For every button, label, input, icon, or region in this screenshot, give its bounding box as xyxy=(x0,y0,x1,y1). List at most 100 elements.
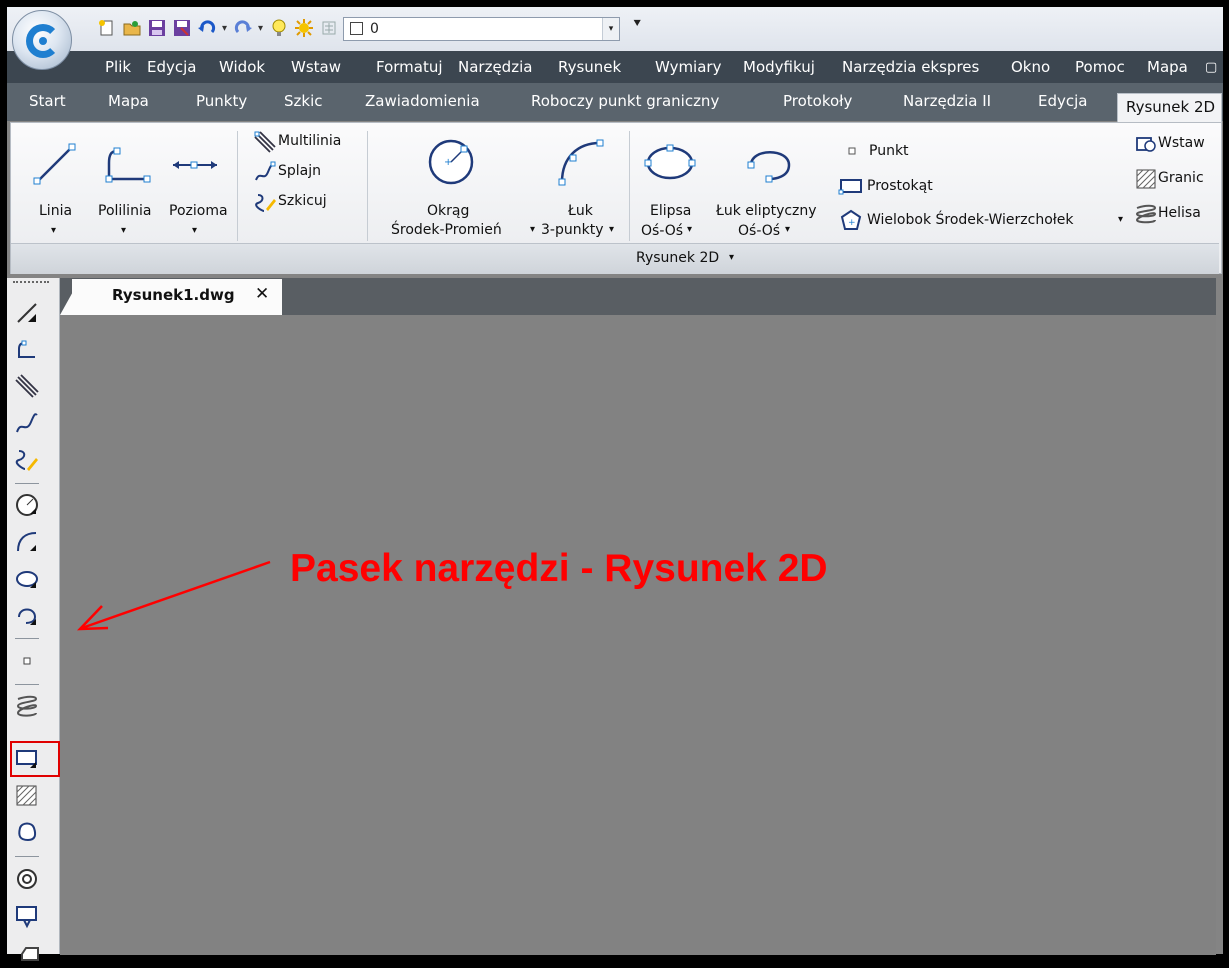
rectangle-label[interactable]: Prostokąt xyxy=(867,178,933,194)
redo-dropdown-icon[interactable]: ▾ xyxy=(258,23,264,34)
chevron-down-icon[interactable]: ▾ xyxy=(602,18,619,40)
hatch-boundary-label[interactable]: Granic xyxy=(1158,170,1204,186)
toolbar-line-icon[interactable] xyxy=(14,300,40,326)
point-label[interactable]: Punkt xyxy=(869,143,909,159)
elliptical-arc-icon[interactable] xyxy=(743,143,797,183)
menu-narzedzia-ekspres[interactable]: Narzędzia ekspres xyxy=(842,58,979,76)
sketch-icon[interactable] xyxy=(254,191,276,213)
toolbar-multiline-icon[interactable] xyxy=(14,373,40,399)
undo-dropdown-icon[interactable]: ▾ xyxy=(222,23,228,34)
toolbar-circle-icon[interactable] xyxy=(14,492,40,518)
menu-formatuj[interactable]: Formatuj xyxy=(376,58,443,76)
arc-label[interactable]: Łuk xyxy=(568,203,593,219)
lightbulb-icon[interactable] xyxy=(269,18,289,38)
tab-mapa[interactable]: Mapa xyxy=(108,92,149,110)
circle-icon[interactable]: + xyxy=(426,137,476,187)
menu-mapa[interactable]: Mapa xyxy=(1147,58,1188,76)
ellipse-mode-label[interactable]: Oś-Oś xyxy=(641,223,683,239)
tab-zawiadomienia[interactable]: Zawiadomienia xyxy=(365,92,480,110)
tab-edycja[interactable]: Edycja xyxy=(1038,92,1087,110)
redo-icon[interactable] xyxy=(233,18,253,38)
line-icon[interactable] xyxy=(32,141,78,187)
polyline-icon[interactable] xyxy=(103,143,153,187)
spline-icon[interactable] xyxy=(254,161,276,183)
menu-modyfikuj[interactable]: Modyfikuj xyxy=(743,58,815,76)
horizontal-line-dropdown-icon[interactable]: ▾ xyxy=(192,225,197,236)
polyline-dropdown-icon[interactable]: ▾ xyxy=(121,225,126,236)
line-dropdown-icon[interactable]: ▾ xyxy=(51,225,56,236)
helix-label[interactable]: Helisa xyxy=(1158,205,1201,221)
menu-widok[interactable]: Widok xyxy=(219,58,265,76)
elliptical-arc-dropdown-icon[interactable]: ▾ xyxy=(785,224,790,235)
multiline-label[interactable]: Multilinia xyxy=(278,133,341,149)
layer-combo[interactable]: 0 ▾ xyxy=(343,17,620,41)
elliptical-arc-mode-label[interactable]: Oś-Oś xyxy=(738,223,780,239)
spline-label[interactable]: Splajn xyxy=(278,163,321,179)
undo-icon[interactable] xyxy=(197,18,217,38)
circle-dropdown-icon[interactable]: ▾ xyxy=(530,224,535,235)
menu-overflow-icon[interactable]: ▢ xyxy=(1205,60,1217,75)
insert-block-icon[interactable] xyxy=(1135,134,1157,154)
arc-icon[interactable] xyxy=(556,137,606,187)
tab-narzedzia-ii[interactable]: Narzędzia II xyxy=(903,92,991,110)
customize-quick-access-icon[interactable]: ⯆ xyxy=(632,17,642,32)
close-icon[interactable]: ✕ xyxy=(255,284,269,304)
polygon-dropdown-icon[interactable]: ▾ xyxy=(1118,214,1123,225)
menu-okno[interactable]: Okno xyxy=(1011,58,1050,76)
toolbar-grip[interactable] xyxy=(13,281,49,286)
ellipse-icon[interactable] xyxy=(643,143,697,183)
polygon-label[interactable]: Wielobok Środek-Wierzchołek xyxy=(867,212,1073,228)
toolbar-elliptical-arc-icon[interactable] xyxy=(14,603,40,629)
application-menu-button[interactable] xyxy=(12,10,72,70)
menu-narzedzia[interactable]: Narzędzia xyxy=(458,58,532,76)
toolbar-revision-cloud-icon[interactable] xyxy=(14,903,40,929)
tab-rysunek-2d[interactable]: Rysunek 2D xyxy=(1117,93,1222,122)
polygon-icon[interactable]: + xyxy=(839,209,863,233)
tab-roboczy-punkt-graniczny[interactable]: Roboczy punkt graniczny xyxy=(531,92,719,110)
horizontal-line-icon[interactable] xyxy=(171,155,219,175)
insert-block-label[interactable]: Wstaw xyxy=(1158,135,1205,151)
ellipse-dropdown-icon[interactable]: ▾ xyxy=(687,224,692,235)
menu-rysunek[interactable]: Rysunek xyxy=(558,58,621,76)
document-tab[interactable]: Rysunek1.dwg ✕ xyxy=(72,279,282,315)
helix-icon[interactable] xyxy=(1134,203,1158,227)
horizontal-line-label[interactable]: Pozioma xyxy=(169,203,228,219)
arc-dropdown-icon[interactable]: ▾ xyxy=(609,224,614,235)
point-icon[interactable] xyxy=(846,145,858,157)
toolbar-spline-icon[interactable] xyxy=(14,410,40,436)
tab-szkic[interactable]: Szkic xyxy=(284,92,323,110)
toolbar-donut-icon[interactable] xyxy=(14,866,40,892)
toolbar-helix-icon[interactable] xyxy=(14,694,40,720)
multiline-icon[interactable] xyxy=(254,131,276,153)
ellipse-label[interactable]: Elipsa xyxy=(650,203,691,219)
panel-title-dropdown-icon[interactable]: ▾ xyxy=(729,252,734,263)
menu-wstaw[interactable]: Wstaw xyxy=(291,58,341,76)
new-file-icon[interactable] xyxy=(97,18,117,38)
freeze-icon[interactable] xyxy=(319,18,339,38)
elliptical-arc-label[interactable]: Łuk eliptyczny xyxy=(716,203,817,219)
circle-label[interactable]: Okrąg xyxy=(427,203,469,219)
save-icon[interactable] xyxy=(147,18,167,38)
sketch-label[interactable]: Szkicuj xyxy=(278,193,327,209)
circle-mode-label[interactable]: Środek-Promień xyxy=(391,222,502,238)
toolbar-point-icon[interactable] xyxy=(14,648,40,674)
sun-icon[interactable] xyxy=(294,18,314,38)
menu-plik[interactable]: Plik xyxy=(105,58,131,76)
tab-punkty[interactable]: Punkty xyxy=(196,92,247,110)
polyline-label[interactable]: Polilinia xyxy=(98,203,151,219)
line-label[interactable]: Linia xyxy=(39,203,72,219)
ribbon-panel-title[interactable]: Rysunek 2D ▾ xyxy=(11,243,1219,274)
tab-protokoly[interactable]: Protokoły xyxy=(783,92,852,110)
toolbar-wipeout-icon[interactable] xyxy=(14,938,40,964)
toolbar-region-icon[interactable] xyxy=(14,820,40,846)
toolbar-ellipse-icon[interactable] xyxy=(14,566,40,592)
menu-edycja[interactable]: Edycja xyxy=(147,58,196,76)
toolbar-sketch-icon[interactable] xyxy=(14,447,40,473)
hatch-boundary-icon[interactable] xyxy=(1135,168,1157,190)
rectangle-icon[interactable] xyxy=(838,177,864,195)
save-as-icon[interactable] xyxy=(172,18,192,38)
toolbar-arc-icon[interactable] xyxy=(14,529,40,555)
open-folder-icon[interactable] xyxy=(122,18,142,38)
tab-start[interactable]: Start xyxy=(29,92,66,110)
menu-wymiary[interactable]: Wymiary xyxy=(655,58,721,76)
